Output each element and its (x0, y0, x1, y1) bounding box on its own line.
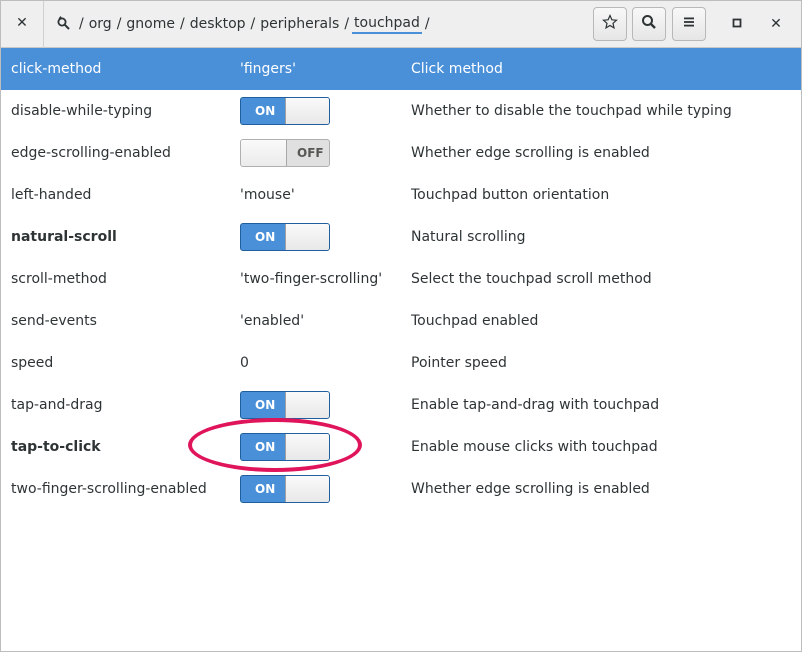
toggle-knob (241, 140, 287, 166)
close-search-button[interactable]: ✕ (10, 10, 34, 36)
key-value: 'two-finger-scrolling' (240, 271, 383, 287)
key-row-tap-to-click[interactable]: tap-to-click ON Enable mouse clicks with t… (0, 426, 802, 468)
maximize-button[interactable] (727, 14, 747, 34)
key-name: left-handed (11, 187, 92, 203)
toggle-knob (285, 392, 329, 418)
toggle-knob (285, 98, 329, 124)
key-description: Whether edge scrolling is enabled (411, 145, 650, 161)
path-separator: / (79, 16, 84, 32)
key-value: 0 (240, 355, 249, 371)
maximize-icon (732, 16, 742, 32)
key-row-disable-while-typing[interactable]: disable-while-typing ON Whether to disable… (0, 90, 802, 132)
toggle-switch[interactable]: ON (240, 97, 330, 125)
key-row-tap-and-drag[interactable]: tap-and-drag ON Enable tap-and-drag with t… (0, 384, 802, 426)
key-row-scroll-method[interactable]: scroll-method 'two-finger-scrolling' Selec… (0, 258, 802, 300)
toggle-knob (285, 476, 329, 502)
key-description: Click method (411, 61, 503, 77)
key-description: Natural scrolling (411, 229, 526, 245)
toggle-label: ON (255, 104, 276, 118)
key-description: Select the touchpad scroll method (411, 271, 652, 287)
toggle-switch[interactable]: ON (240, 391, 330, 419)
key-name: edge-scrolling-enabled (11, 145, 171, 161)
key-row-two-finger-scrolling-enabled[interactable]: two-finger-scrolling-enabled ON Whether ed… (0, 468, 802, 510)
key-row-click-method[interactable]: click-method 'fingers' Click method (0, 48, 802, 90)
key-name: scroll-method (11, 271, 107, 287)
key-name: click-method (11, 61, 102, 77)
key-row-send-events[interactable]: send-events 'enabled' Touchpad enabled (0, 300, 802, 342)
path-separator: / (424, 16, 430, 32)
header-separator (43, 0, 44, 48)
key-row-speed[interactable]: speed 0 Pointer speed (0, 342, 802, 384)
path-separator: / (116, 16, 122, 32)
header-bar: ✕ / org / gnome / desktop / peripherals … (0, 0, 802, 48)
key-name: disable-while-typing (11, 103, 153, 119)
key-value: 'enabled' (240, 313, 305, 329)
bookmark-button[interactable] (593, 7, 627, 41)
toggle-switch[interactable]: OFF (240, 139, 330, 167)
menu-button[interactable] (672, 7, 706, 41)
key-name: speed (11, 355, 54, 371)
key-description: Whether edge scrolling is enabled (411, 481, 650, 497)
breadcrumb-peripherals[interactable]: peripherals (258, 16, 341, 32)
toggle-label: ON (255, 398, 276, 412)
breadcrumb-touchpad[interactable]: touchpad (352, 15, 422, 34)
breadcrumb-org[interactable]: org (87, 16, 114, 32)
key-description: Enable mouse clicks with touchpad (411, 439, 658, 455)
key-row-natural-scroll[interactable]: natural-scroll ON Natural scrolling (0, 216, 802, 258)
window-close-button[interactable]: ✕ (766, 14, 786, 34)
hamburger-menu-icon (681, 14, 697, 34)
key-description: Whether to disable the touchpad while ty… (411, 103, 732, 119)
path-separator: / (250, 16, 256, 32)
toggle-label: ON (255, 482, 276, 496)
key-description: Touchpad button orientation (411, 187, 610, 203)
breadcrumb: / org / gnome / desktop / peripherals / … (56, 13, 433, 35)
key-value: 'fingers' (240, 61, 296, 77)
key-name: tap-to-click (11, 439, 101, 455)
key-description: Pointer speed (411, 355, 507, 371)
breadcrumb-gnome[interactable]: gnome (124, 16, 177, 32)
key-value: 'mouse' (240, 187, 295, 203)
breadcrumb-desktop[interactable]: desktop (188, 16, 248, 32)
key-name: natural-scroll (11, 229, 117, 245)
key-name: send-events (11, 313, 97, 329)
key-name: tap-and-drag (11, 397, 103, 413)
search-icon (641, 14, 657, 34)
key-row-edge-scrolling-enabled[interactable]: edge-scrolling-enabled OFF Whether edge sc… (0, 132, 802, 174)
annotation-circle (188, 418, 362, 472)
toggle-knob (285, 224, 329, 250)
search-root-icon[interactable] (56, 16, 72, 32)
toggle-label: ON (255, 230, 276, 244)
toggle-switch[interactable]: ON (240, 475, 330, 503)
key-row-left-handed[interactable]: left-handed 'mouse' Touchpad button orient… (0, 174, 802, 216)
path-separator: / (344, 16, 350, 32)
search-button[interactable] (632, 7, 666, 41)
key-description: Touchpad enabled (411, 313, 539, 329)
key-description: Enable tap-and-drag with touchpad (411, 397, 660, 413)
star-icon (602, 14, 618, 34)
toggle-switch[interactable]: ON (240, 223, 330, 251)
path-separator: / (179, 16, 185, 32)
toggle-label: OFF (297, 146, 324, 160)
key-name: two-finger-scrolling-enabled (11, 481, 207, 497)
